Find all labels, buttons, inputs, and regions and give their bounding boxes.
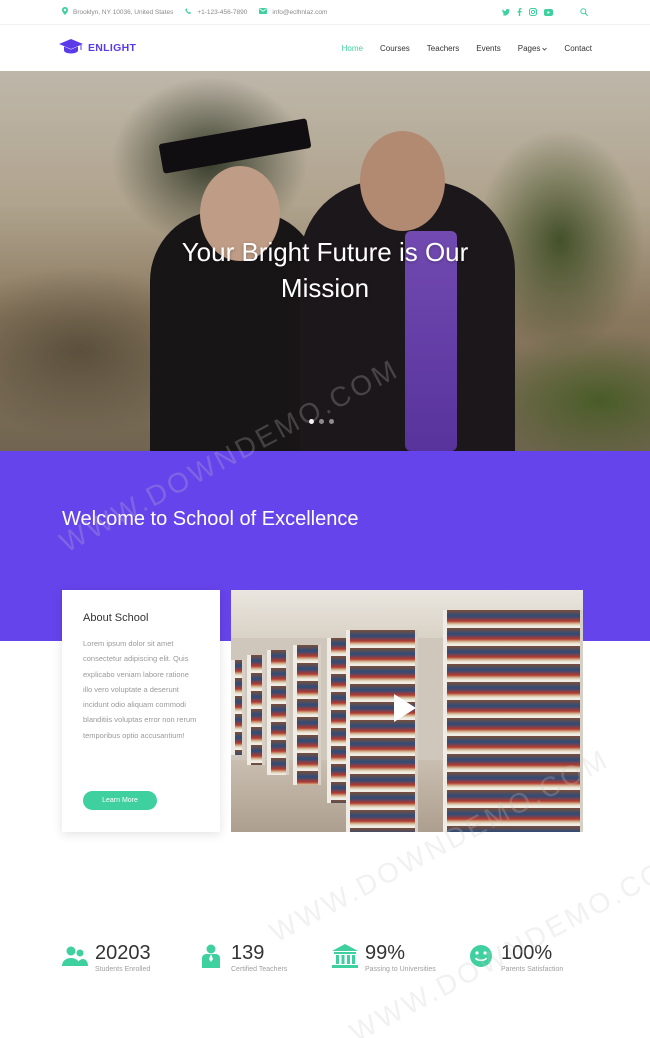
students-icon bbox=[62, 943, 88, 969]
learn-more-button[interactable]: Learn More bbox=[83, 791, 157, 810]
about-text: Lorem ipsum dolor sit amet consectetur a… bbox=[83, 639, 197, 740]
video-thumb-shelf bbox=[293, 645, 321, 785]
stat-universities: 99% Passing to Universities bbox=[332, 941, 436, 973]
site-logo[interactable]: ENLIGHT bbox=[58, 38, 136, 59]
nav-contact[interactable]: Contact bbox=[564, 44, 592, 53]
nav-courses[interactable]: Courses bbox=[380, 44, 410, 53]
facebook-icon[interactable] bbox=[517, 8, 522, 16]
email-info: info@eclhnlaz.com bbox=[259, 8, 327, 16]
stat-students: 20203 Students Enrolled bbox=[62, 941, 151, 973]
smile-icon bbox=[468, 943, 494, 969]
nav-pages[interactable]: Pages bbox=[518, 44, 548, 53]
email-text: info@eclhnlaz.com bbox=[272, 8, 328, 16]
play-icon[interactable] bbox=[394, 694, 416, 722]
video-thumb-shelf bbox=[267, 650, 289, 775]
stat-value: 100% bbox=[501, 942, 553, 964]
about-video[interactable] bbox=[231, 590, 583, 832]
stat-satisfaction: 100% Parents Satisfaction bbox=[468, 941, 563, 973]
university-icon bbox=[332, 943, 358, 969]
instagram-icon[interactable] bbox=[529, 8, 537, 16]
stat-value: 20203 bbox=[95, 942, 151, 964]
hero-title: Your Bright Future is Our Mission bbox=[181, 237, 469, 303]
phone-text: +1-123-456-7890 bbox=[197, 8, 248, 16]
video-thumb-shelf bbox=[247, 655, 265, 765]
youtube-icon[interactable] bbox=[544, 8, 553, 16]
location-icon bbox=[62, 7, 73, 17]
stat-label: Students Enrolled bbox=[95, 966, 151, 973]
stat-label: Parents Satisfaction bbox=[501, 966, 564, 973]
teacher-icon bbox=[198, 943, 224, 969]
welcome-title: Welcome to School of Excellence bbox=[62, 508, 359, 530]
top-info-bar: Brooklyn, NY 10036, United States +1-123… bbox=[0, 0, 650, 24]
brand-name: ENLIGHT bbox=[88, 42, 137, 54]
nav-teachers[interactable]: Teachers bbox=[427, 44, 459, 53]
mail-icon bbox=[259, 8, 272, 16]
twitter-icon[interactable] bbox=[502, 8, 510, 16]
main-navbar: ENLIGHT Home Courses Teachers Events Pag… bbox=[0, 24, 650, 71]
graduation-cap-icon bbox=[58, 38, 84, 59]
address-info: Brooklyn, NY 10036, United States bbox=[62, 7, 173, 17]
about-title: About School bbox=[83, 612, 149, 624]
stat-label: Passing to Universities bbox=[365, 966, 436, 973]
social-links bbox=[502, 8, 588, 16]
nav-events[interactable]: Events bbox=[476, 44, 500, 53]
slider-dot-1[interactable] bbox=[309, 419, 314, 424]
stat-value: 99% bbox=[365, 942, 406, 964]
stat-teachers: 139 Certified Teachers bbox=[198, 941, 287, 973]
address-text: Brooklyn, NY 10036, United States bbox=[73, 8, 174, 16]
hero-slider: Your Bright Future is Our Mission bbox=[0, 71, 650, 451]
chevron-down-icon bbox=[542, 44, 548, 53]
primary-nav: Home Courses Teachers Events Pages Conta… bbox=[325, 44, 592, 53]
video-thumb-shelf bbox=[346, 630, 418, 832]
video-thumb-shelf bbox=[443, 610, 583, 832]
stats-row: 20203 Students Enrolled 139 Certified Te… bbox=[62, 941, 602, 981]
search-icon[interactable] bbox=[580, 8, 588, 16]
slider-dots bbox=[309, 419, 334, 424]
slider-dot-2[interactable] bbox=[319, 419, 324, 424]
stat-value: 139 bbox=[231, 942, 265, 964]
nav-home[interactable]: Home bbox=[342, 44, 363, 53]
about-card: About School Lorem ipsum dolor sit amet … bbox=[62, 590, 220, 832]
stat-label: Certified Teachers bbox=[231, 966, 288, 973]
video-thumb-shelf bbox=[231, 660, 245, 755]
phone-icon bbox=[185, 7, 197, 17]
slider-dot-3[interactable] bbox=[329, 419, 334, 424]
phone-info: +1-123-456-7890 bbox=[185, 7, 248, 17]
nav-pages-label: Pages bbox=[517, 43, 541, 53]
